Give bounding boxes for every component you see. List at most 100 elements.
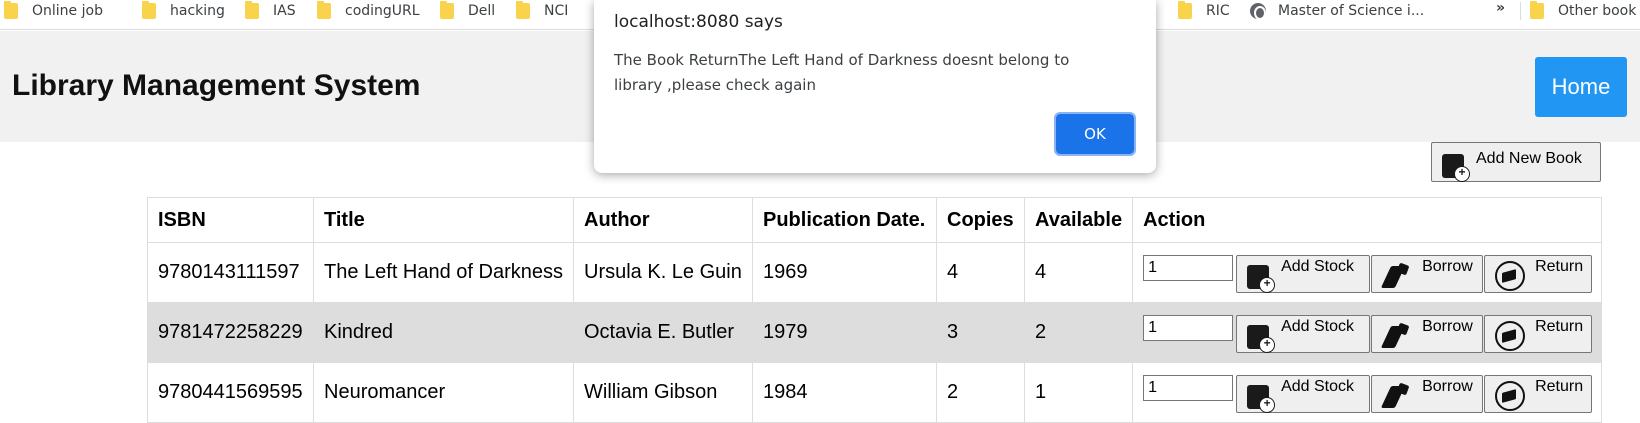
table-header-row: ISBN Title Author Publication Date. Copi… (147, 197, 1603, 243)
return-button[interactable]: Return (1484, 375, 1593, 413)
cell-title: Neuromancer (313, 362, 574, 423)
folder-icon (1178, 1, 1192, 19)
home-button[interactable]: Home (1535, 57, 1627, 117)
return-label: Return (1535, 258, 1584, 275)
table-row: 9780441569595 Neuromancer William Gibson… (147, 362, 1603, 423)
cell-author: Ursula K. Le Guin (573, 242, 753, 303)
add-stock-button[interactable]: Add Stock (1236, 315, 1371, 353)
add-stock-button[interactable]: Add Stock (1236, 375, 1371, 413)
column-header-title: Title (313, 197, 574, 243)
cell-available: 1 (1023, 362, 1134, 423)
bookmark-label: Dell (468, 3, 496, 19)
folder-icon (142, 1, 156, 19)
column-header-publication-date: Publication Date. (752, 197, 937, 243)
bookmark-label: hacking (170, 3, 225, 19)
dialog-message: The Book ReturnThe Left Hand of Darkness… (614, 51, 1070, 94)
cell-isbn: 9780441569595 (147, 362, 314, 423)
bookmark-online-job[interactable]: Online job (4, 0, 103, 22)
bookmark-hacking[interactable]: hacking (142, 0, 225, 22)
borrow-button[interactable]: Borrow (1371, 255, 1484, 293)
bookmark-ias[interactable]: IAS (245, 0, 296, 22)
cell-publication-date: 1979 (752, 302, 937, 363)
add-stock-label: Add Stock (1281, 258, 1355, 275)
borrow-icon (1382, 382, 1412, 410)
borrow-button[interactable]: Borrow (1371, 315, 1484, 353)
return-icon (1495, 381, 1526, 411)
bookmark-dell[interactable]: Dell (440, 0, 495, 22)
bookmark-codingurl[interactable]: codingURL (317, 0, 420, 22)
bookmark-label: Online job (32, 3, 103, 19)
cell-copies: 4 (936, 242, 1025, 303)
folder-icon (516, 1, 530, 19)
borrow-icon (1382, 262, 1412, 290)
bookmark-label: RIC (1206, 3, 1230, 19)
borrow-label: Borrow (1422, 258, 1473, 275)
table-row: 9781472258229 Kindred Octavia E. Butler … (147, 302, 1603, 363)
folder-icon (317, 1, 331, 19)
add-stock-label: Add Stock (1281, 378, 1355, 395)
bookmark-label: codingURL (345, 3, 420, 19)
dialog-title: localhost:8080 says (614, 12, 783, 32)
folder-icon (440, 1, 454, 19)
bookmarks-divider (1520, 2, 1521, 20)
cell-actions: Add Stock Borrow Return (1132, 242, 1603, 303)
quantity-input[interactable] (1143, 315, 1234, 341)
borrow-icon (1382, 322, 1412, 350)
cell-copies: 3 (936, 302, 1025, 363)
cell-author: William Gibson (573, 362, 753, 423)
add-new-book-button[interactable]: Add New Book (1431, 142, 1601, 182)
folder-icon (4, 1, 18, 19)
add-stock-icon (1247, 262, 1276, 293)
return-label: Return (1535, 378, 1584, 395)
bookmark-nci[interactable]: NCI (516, 0, 568, 22)
cell-actions: Add Stock Borrow Return (1132, 302, 1603, 363)
cell-available: 4 (1023, 242, 1134, 303)
cell-publication-date: 1984 (752, 362, 937, 423)
bookmark-label: Other book (1558, 3, 1637, 19)
return-button[interactable]: Return (1484, 315, 1593, 353)
column-header-action: Action (1132, 197, 1603, 243)
borrow-button[interactable]: Borrow (1371, 375, 1484, 413)
cell-title: The Left Hand of Darkness (313, 242, 574, 303)
add-stock-button[interactable]: Add Stock (1236, 255, 1371, 293)
cell-author: Octavia E. Butler (573, 302, 753, 363)
bookmarks-overflow-chevron[interactable]: » (1496, 0, 1505, 16)
bookmark-other-bookmarks[interactable]: Other book (1530, 0, 1636, 22)
column-header-author: Author (573, 197, 753, 243)
books-table: ISBN Title Author Publication Date. Copi… (147, 197, 1603, 423)
alert-dialog: localhost:8080 says The Book ReturnThe L… (594, 0, 1156, 173)
cell-actions: Add Stock Borrow Return (1132, 362, 1603, 423)
cell-isbn: 9781472258229 (147, 302, 314, 363)
folder-icon (245, 1, 259, 19)
cell-copies: 2 (936, 362, 1025, 423)
cell-title: Kindred (313, 302, 574, 363)
bookmark-ric[interactable]: RIC (1178, 0, 1230, 22)
cell-isbn: 9780143111597 (147, 242, 314, 303)
globe-icon (1250, 3, 1266, 20)
borrow-label: Borrow (1422, 378, 1473, 395)
column-header-available: Available (1023, 197, 1134, 243)
bookmark-master-of-science[interactable]: Master of Science i... (1250, 0, 1424, 22)
return-button[interactable]: Return (1484, 255, 1593, 293)
bookmark-label: IAS (273, 3, 296, 19)
quantity-input[interactable] (1143, 375, 1234, 401)
dialog-ok-button[interactable]: OK (1054, 112, 1136, 156)
return-icon (1495, 261, 1526, 291)
cell-publication-date: 1969 (752, 242, 937, 303)
page-title: Library Management System (12, 69, 421, 102)
bookmark-label: Master of Science i... (1278, 3, 1425, 19)
return-icon (1495, 321, 1526, 351)
add-stock-icon (1247, 322, 1276, 353)
add-new-book-label: Add New Book (1476, 150, 1582, 167)
quantity-input[interactable] (1143, 255, 1234, 281)
bookmark-label: NCI (544, 3, 569, 19)
column-header-isbn: ISBN (147, 197, 314, 243)
folder-icon (1530, 1, 1544, 19)
add-stock-icon (1247, 382, 1276, 413)
table-row: 9780143111597 The Left Hand of Darkness … (147, 242, 1603, 303)
borrow-label: Borrow (1422, 318, 1473, 335)
add-stock-label: Add Stock (1281, 318, 1355, 335)
cell-available: 2 (1023, 302, 1134, 363)
column-header-copies: Copies (936, 197, 1025, 243)
add-book-icon (1442, 151, 1470, 182)
